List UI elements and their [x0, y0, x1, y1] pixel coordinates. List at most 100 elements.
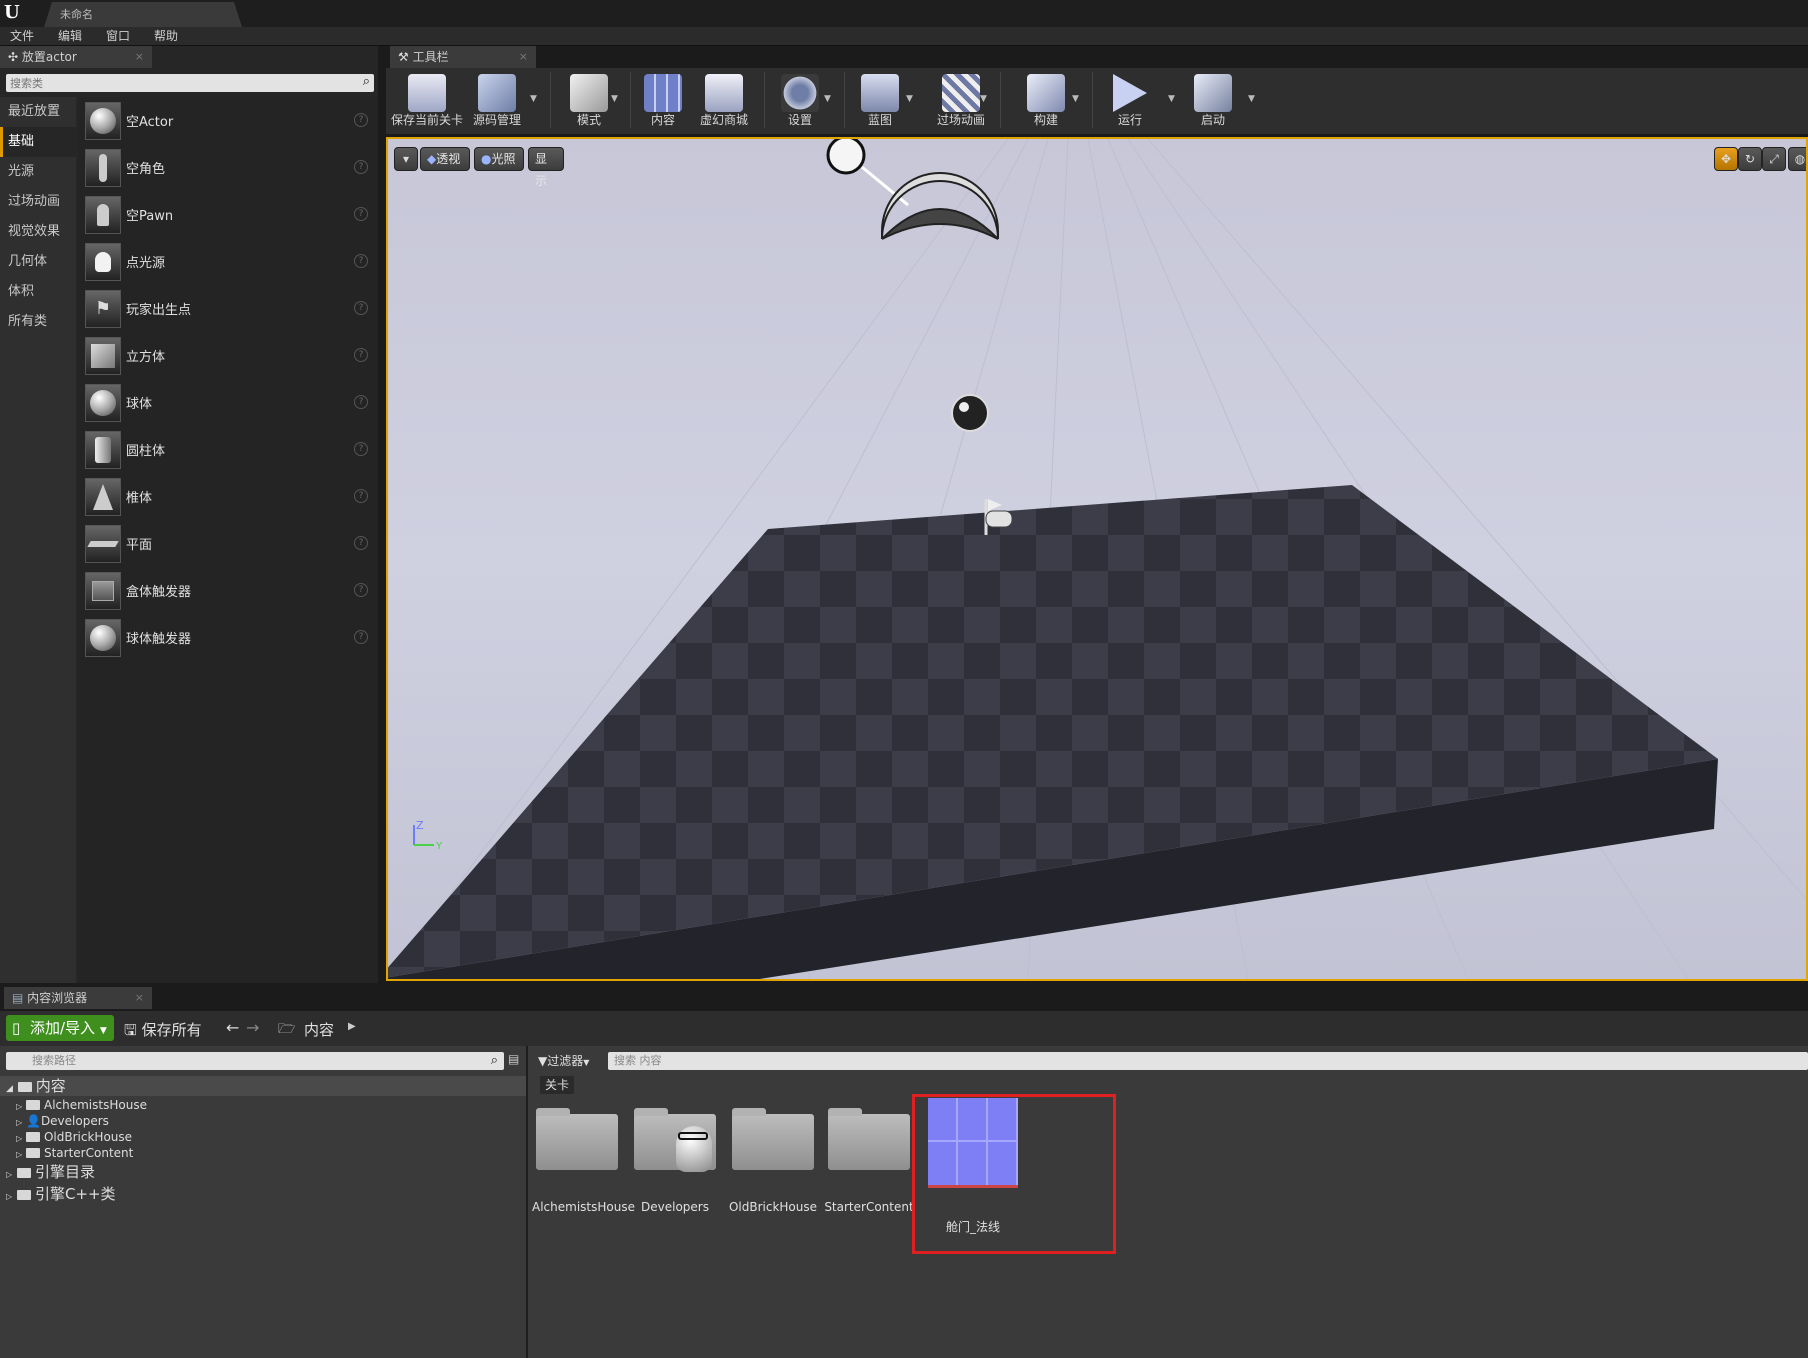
play-button[interactable]: 运行	[1098, 68, 1162, 132]
content-button[interactable]: 内容	[636, 68, 690, 132]
actor-item-cone[interactable]: 椎体?	[78, 473, 378, 520]
close-icon[interactable]: ×	[519, 46, 528, 68]
menu-file[interactable]: 文件	[10, 27, 34, 46]
help-icon[interactable]: ?	[354, 583, 368, 597]
reflection-capture-sphere[interactable]	[951, 394, 989, 432]
close-icon[interactable]: ×	[135, 46, 144, 68]
asset-folder-developers[interactable]: Developers	[630, 1108, 720, 1214]
category-basic[interactable]: 基础	[0, 127, 76, 157]
help-icon[interactable]: ?	[354, 301, 368, 315]
menu-edit[interactable]: 编辑	[58, 27, 82, 46]
content-search-field[interactable]: 搜索 内容	[608, 1052, 1808, 1070]
main-toolbar: 保存当前关卡 源码管理 ▼ 模式 ▼ 内容 虚幻商城 设置 ▼ 蓝图 ▼ 过场动…	[386, 68, 1808, 134]
actor-item-player-start[interactable]: ⚑ 玩家出生点?	[78, 285, 378, 332]
rotate-mode-icon[interactable]: ↻	[1738, 147, 1762, 171]
help-icon[interactable]: ?	[354, 395, 368, 409]
filters-button[interactable]: ▼过滤器▼	[538, 1052, 589, 1069]
tree-row-content[interactable]: ◢ 内容	[0, 1076, 526, 1096]
help-icon[interactable]: ?	[354, 160, 368, 174]
help-icon[interactable]: ?	[354, 113, 368, 127]
list-view-icon[interactable]: ▤	[508, 1052, 519, 1066]
tree-row-developers[interactable]: ▷ 👤Developers	[16, 1113, 109, 1129]
actor-item-sphere-trigger[interactable]: 球体触发器?	[78, 614, 378, 661]
marketplace-button[interactable]: 虚幻商城	[692, 68, 756, 132]
category-cinematic[interactable]: 过场动画	[0, 187, 76, 217]
path-search-field[interactable]: 搜索路径 ⌕	[6, 1052, 504, 1070]
level-filter-chip[interactable]: 关卡	[540, 1076, 574, 1094]
actor-item-sphere[interactable]: 球体?	[78, 379, 378, 426]
place-actors-tab[interactable]: ✣ 放置actor ×	[0, 46, 152, 68]
blueprints-button[interactable]: 蓝图	[850, 68, 910, 132]
category-recent[interactable]: 最近放置	[0, 97, 76, 127]
back-arrow-icon[interactable]: ←	[226, 1018, 239, 1037]
play-label: 运行	[1117, 113, 1142, 127]
translate-mode-icon[interactable]: ✥	[1714, 147, 1738, 171]
close-icon[interactable]: ×	[135, 987, 144, 1009]
asset-folder-startercontent[interactable]: StarterContent	[824, 1108, 914, 1214]
chevron-down-icon[interactable]: ▼	[824, 94, 831, 104]
category-volumes[interactable]: 体积	[0, 277, 76, 307]
show-button[interactable]: 显示	[528, 147, 564, 188]
tree-row-engine-content[interactable]: ▷ 引擎目录	[6, 1162, 95, 1182]
folder-icon	[25, 1100, 40, 1110]
category-geometry[interactable]: 几何体	[0, 247, 76, 277]
chevron-down-icon[interactable]: ▼	[906, 94, 913, 104]
content-browser-tab[interactable]: ▤ 内容浏览器 ×	[4, 987, 152, 1009]
actor-item-cube[interactable]: 立方体?	[78, 332, 378, 379]
document-tab[interactable]: 未命名	[44, 2, 242, 27]
search-icon[interactable]: ⌕	[363, 74, 370, 89]
help-icon[interactable]: ?	[354, 630, 368, 644]
chevron-down-icon[interactable]: ▼	[1072, 94, 1079, 104]
level-viewport[interactable]: Z Y ▾ ◆透视 ●光照 显示 ✥ ↻ ⤢ ◍	[386, 137, 1808, 981]
save-all-button[interactable]: 🖫 保存所有	[124, 1019, 202, 1045]
category-visual-effects[interactable]: 视觉效果	[0, 217, 76, 247]
actor-item-point-light[interactable]: 点光源?	[78, 238, 378, 285]
category-lights[interactable]: 光源	[0, 157, 76, 187]
actor-item-box-trigger[interactable]: 盒体触发器?	[78, 567, 378, 614]
scale-mode-icon[interactable]: ⤢	[1762, 147, 1786, 171]
class-search-input[interactable]	[6, 74, 346, 92]
help-icon[interactable]: ?	[354, 348, 368, 362]
search-icon[interactable]: ⌕	[491, 1052, 498, 1070]
source-control-button[interactable]: 源码管理	[466, 68, 528, 132]
tree-row-alchemistshouse[interactable]: ▷ AlchemistsHouse	[16, 1097, 147, 1113]
settings-button[interactable]: 设置	[770, 68, 830, 132]
lighting-button[interactable]: ●光照	[474, 147, 524, 171]
cinematics-button[interactable]: 过场动画	[920, 68, 1002, 132]
tree-row-engine-cpp[interactable]: ▷ 引擎C++类	[6, 1184, 116, 1204]
help-icon[interactable]: ?	[354, 489, 368, 503]
world-space-icon[interactable]: ◍	[1788, 147, 1806, 171]
category-all-classes[interactable]: 所有类	[0, 307, 76, 337]
actor-item-empty-pawn[interactable]: 空Pawn?	[78, 191, 378, 238]
class-search-field[interactable]: ⌕	[6, 74, 374, 92]
chevron-down-icon[interactable]: ▼	[611, 94, 618, 104]
viewport-options-button[interactable]: ▾	[394, 147, 418, 171]
asset-folder-alchemistshouse[interactable]: AlchemistsHouse	[532, 1108, 635, 1214]
chevron-down-icon[interactable]: ▼	[530, 94, 537, 104]
menu-window[interactable]: 窗口	[106, 27, 130, 46]
help-icon[interactable]: ?	[354, 536, 368, 550]
launch-button[interactable]: 启动	[1178, 68, 1248, 132]
tree-row-startercontent[interactable]: ▷ StarterContent	[16, 1145, 133, 1161]
actor-item-empty-character[interactable]: 空角色?	[78, 144, 378, 191]
asset-folder-oldbrickhouse[interactable]: OldBrickHouse	[728, 1108, 818, 1214]
tree-row-oldbrickhouse[interactable]: ▷ OldBrickHouse	[16, 1129, 132, 1145]
actor-item-cylinder[interactable]: 圆柱体?	[78, 426, 378, 473]
viewport-scene[interactable]: Z Y	[388, 139, 1806, 979]
actor-item-empty-actor[interactable]: 空Actor?	[78, 97, 378, 144]
toolbar-tab[interactable]: ⚒ 工具栏 ×	[390, 46, 536, 68]
breadcrumb-content[interactable]: 内容	[304, 1019, 334, 1040]
actor-item-plane[interactable]: 平面?	[78, 520, 378, 567]
perspective-button[interactable]: ◆透视	[420, 147, 470, 171]
add-import-button[interactable]: ▯ 添加/导入 ▼	[6, 1015, 114, 1041]
help-icon[interactable]: ?	[354, 207, 368, 221]
chevron-down-icon[interactable]: ▼	[980, 94, 987, 104]
menu-help[interactable]: 帮助	[154, 27, 178, 46]
forward-arrow-icon[interactable]: →	[246, 1018, 259, 1037]
chevron-right-icon[interactable]: ▶	[348, 1021, 356, 1032]
help-icon[interactable]: ?	[354, 254, 368, 268]
chevron-down-icon[interactable]: ▼	[1168, 94, 1175, 104]
chevron-down-icon[interactable]: ▼	[1248, 94, 1255, 104]
help-icon[interactable]: ?	[354, 442, 368, 456]
save-level-button[interactable]: 保存当前关卡	[390, 68, 464, 132]
